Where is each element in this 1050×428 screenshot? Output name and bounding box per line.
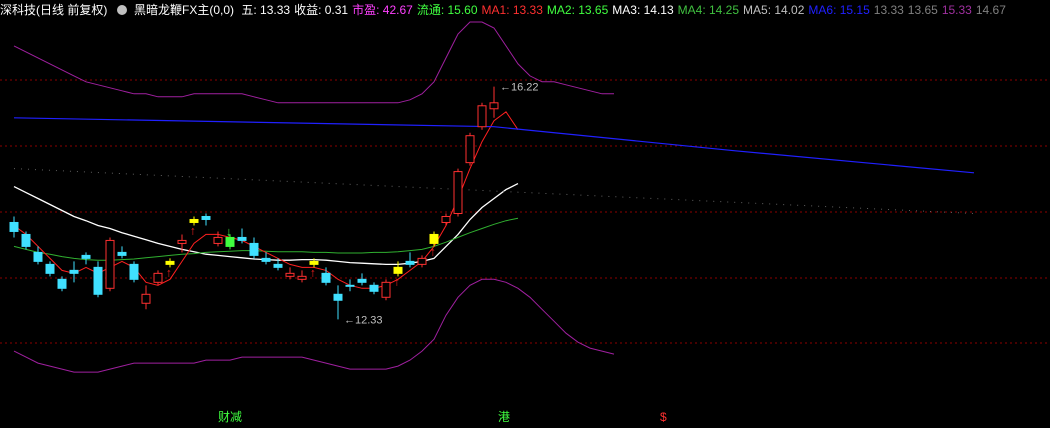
candle	[201, 215, 211, 220]
bottom-label: $	[660, 410, 667, 424]
candle	[225, 236, 235, 247]
candle	[441, 215, 451, 223]
candle	[177, 239, 187, 244]
candle	[129, 263, 139, 280]
candle	[57, 278, 67, 289]
candle	[453, 171, 463, 214]
lower-band-line	[13, 278, 615, 373]
bottom-label: 港	[498, 410, 511, 424]
candle	[333, 293, 343, 301]
candle	[33, 251, 43, 262]
candle	[357, 278, 367, 283]
price-annotation: ←12.33	[344, 314, 383, 326]
ma-blue-line	[13, 117, 975, 174]
candle	[153, 272, 163, 283]
red-arrow-icon: ↑	[310, 265, 316, 279]
candle	[381, 281, 391, 298]
candle	[393, 266, 403, 274]
candlestick-chart[interactable]: ↑ ↑ ↓ ↑ ↑ ↑ ←16.22 ←12.33	[0, 0, 1050, 428]
candle	[417, 257, 427, 265]
dotted-line	[13, 168, 975, 214]
candle	[141, 293, 151, 304]
candle	[189, 218, 199, 223]
candle	[69, 269, 79, 274]
candle	[321, 272, 331, 283]
price-annotation: ←16.22	[500, 82, 539, 94]
red-arrow-icon: ↑	[190, 223, 196, 237]
candle	[489, 102, 499, 110]
bottom-label: 财减	[218, 410, 243, 424]
red-arrow-icon: ↑	[394, 274, 400, 288]
candle	[213, 236, 223, 244]
candle	[285, 272, 295, 277]
candle	[81, 254, 91, 259]
candle	[369, 284, 379, 292]
green-arrow-icon: ↓	[226, 224, 232, 238]
candle	[237, 236, 247, 241]
candle	[249, 242, 259, 256]
candle	[405, 260, 415, 265]
candle	[261, 257, 271, 262]
candle	[93, 266, 103, 295]
red-arrow-icon: ↑	[166, 265, 172, 279]
candle	[21, 233, 31, 247]
candle	[429, 233, 439, 244]
candle	[465, 135, 475, 164]
red-arrow-icon: ↑	[430, 244, 436, 258]
candle	[345, 284, 355, 287]
candle	[9, 221, 19, 232]
candle	[45, 263, 55, 274]
candle	[297, 275, 307, 280]
candle	[477, 105, 487, 128]
candle	[117, 251, 127, 256]
candle	[105, 239, 115, 289]
candle	[309, 260, 319, 265]
candle	[273, 263, 283, 268]
candle	[165, 260, 175, 265]
